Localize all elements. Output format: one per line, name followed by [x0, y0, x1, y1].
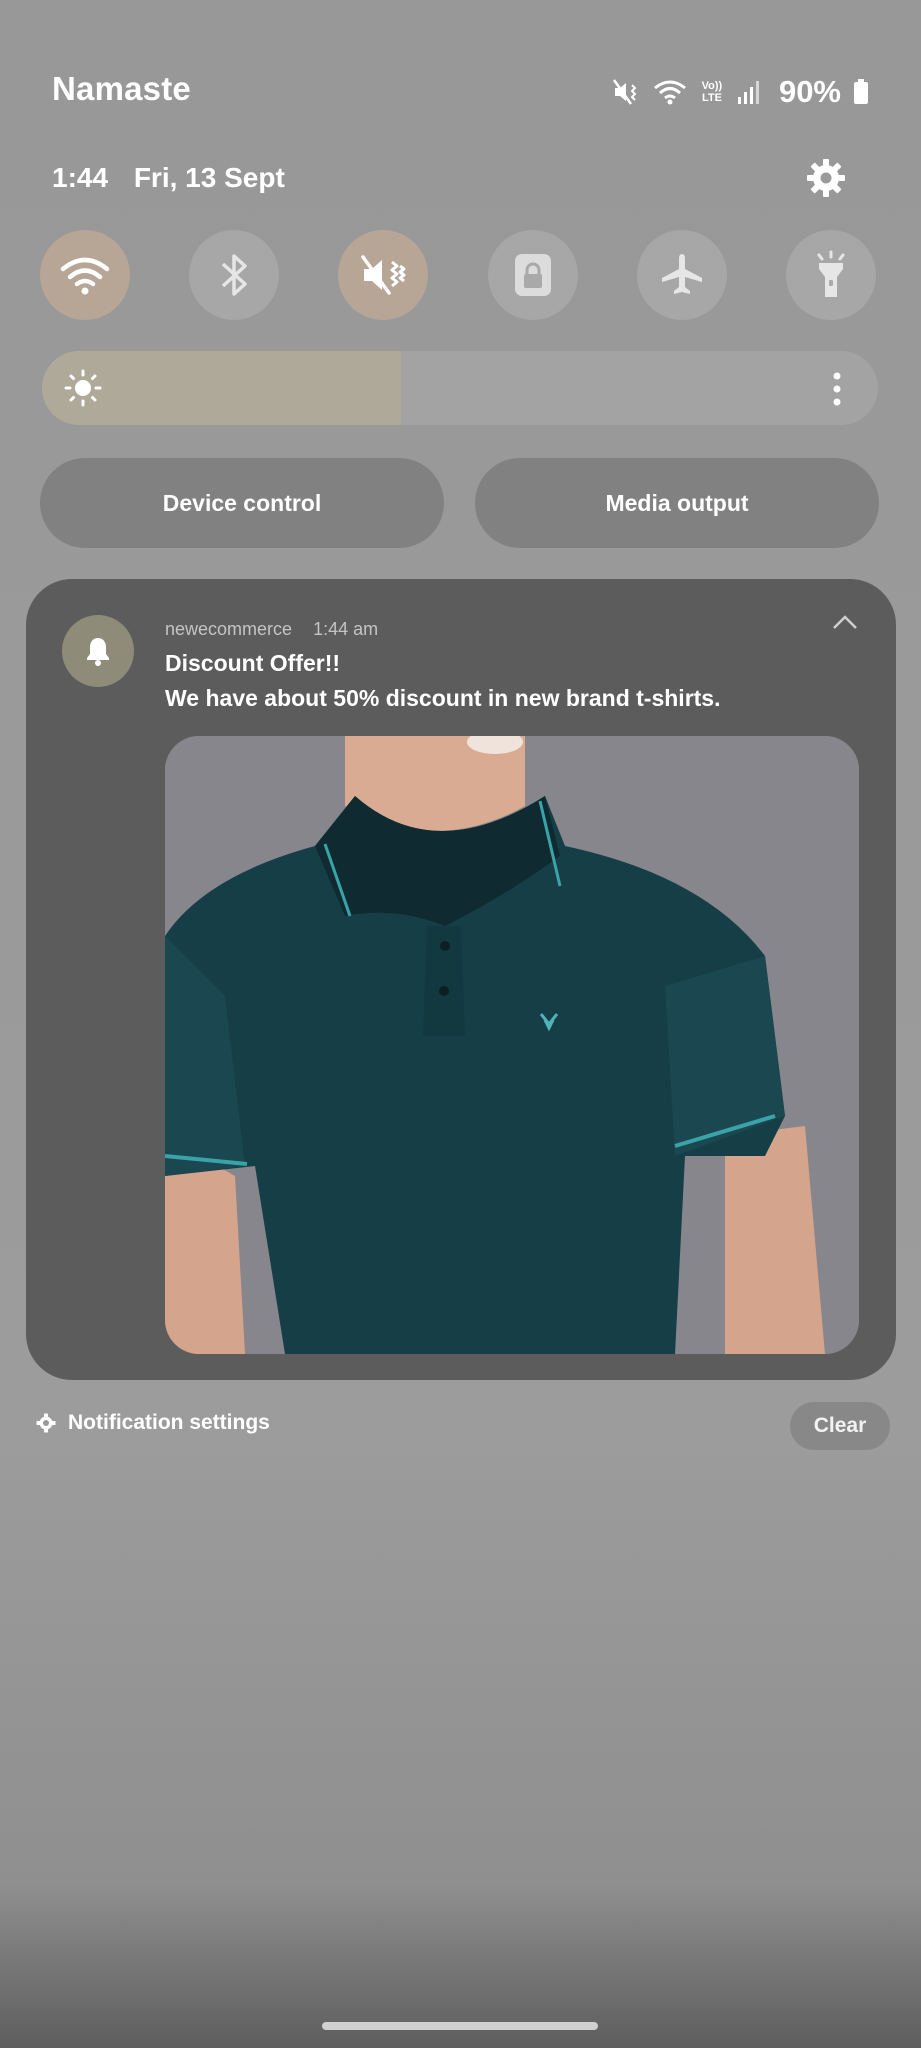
qs-tile-bluetooth[interactable] — [189, 230, 280, 320]
tshirt-photo — [165, 736, 859, 1354]
vibrate-icon — [361, 255, 406, 295]
notification-title: Discount Offer!! — [165, 650, 341, 676]
qs-tile-airplane-mode[interactable] — [636, 230, 727, 320]
gear-icon — [36, 1413, 56, 1433]
signal-icon — [737, 81, 759, 104]
clock-time: 1:44 — [52, 162, 109, 193]
date-time: 1:44 Fri, 13 Sept — [52, 162, 303, 194]
brightness-icon — [64, 369, 102, 407]
status-icons: Vo)) LTE 90% — [611, 74, 869, 110]
battery-percent: 90% — [778, 74, 841, 109]
notification-app-name: newecommerce — [165, 619, 293, 639]
carrier-name: Namaste — [52, 70, 191, 107]
wifi-icon — [60, 257, 110, 295]
quick-settings-row — [40, 230, 876, 320]
lock-icon — [514, 254, 551, 296]
notification-meta: newecommerce 1:44 am — [165, 619, 378, 640]
notification-image[interactable] — [165, 736, 859, 1354]
battery-icon — [854, 79, 868, 104]
chevron-up-icon[interactable] — [832, 614, 858, 630]
wifi-icon — [654, 80, 686, 105]
mute-vibrate-icon — [612, 79, 637, 105]
notification-settings-button[interactable]: Notification settings — [36, 1411, 270, 1435]
notification-time: 1:44 am — [313, 619, 379, 639]
clear-button[interactable]: Clear — [790, 1402, 890, 1450]
qs-tile-sound[interactable] — [338, 230, 429, 320]
home-handle[interactable] — [322, 2022, 598, 2030]
flashlight-icon — [817, 250, 845, 297]
brightness-slider[interactable] — [42, 351, 878, 425]
qs-tile-lock-screen[interactable] — [487, 230, 578, 320]
qs-tile-flashlight[interactable] — [785, 230, 876, 320]
volte-icon: Vo)) LTE — [701, 80, 723, 104]
notification-body: We have about 50% discount in new brand … — [165, 685, 721, 711]
qs-tile-wifi[interactable] — [40, 230, 130, 320]
gear-icon[interactable] — [806, 158, 846, 198]
media-output-button[interactable]: Media output — [475, 458, 879, 548]
device-control-button[interactable]: Device control — [40, 458, 444, 548]
more-options-icon[interactable] — [832, 371, 842, 407]
bell-icon — [87, 638, 109, 666]
app-icon — [62, 615, 134, 687]
clock-date: Fri, 13 Sept — [133, 162, 285, 193]
airplane-icon — [661, 254, 702, 294]
notification-settings-label: Notification settings — [68, 1411, 270, 1434]
bluetooth-icon — [222, 254, 247, 296]
